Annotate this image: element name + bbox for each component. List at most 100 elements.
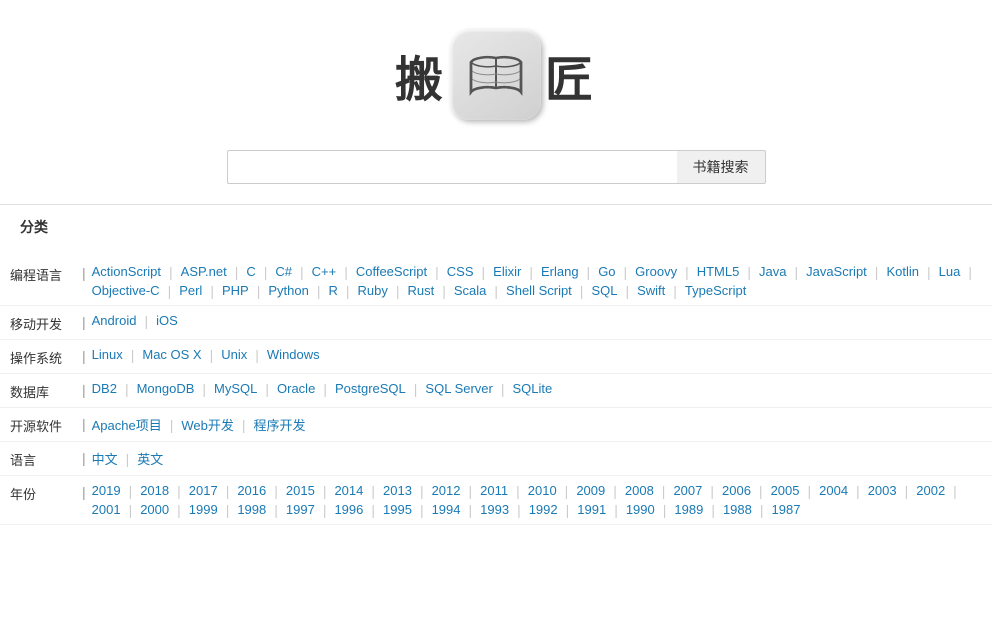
tag-link[interactable]: HTML5 (693, 263, 744, 280)
os-tags: Linux|Mac OS X|Unix|Windows (88, 346, 324, 363)
tag-link[interactable]: Perl (175, 282, 206, 299)
tag-link[interactable]: Rust (404, 282, 439, 299)
tag-separator: | (210, 283, 214, 299)
tag-separator: | (482, 264, 486, 280)
tag-link[interactable]: CSS (443, 263, 478, 280)
tag-link[interactable]: 2000 (136, 501, 173, 518)
tag-link[interactable]: SQLite (509, 380, 557, 397)
tag-link[interactable]: 中文 (88, 448, 122, 469)
tag-link[interactable]: C (242, 263, 259, 280)
tag-link[interactable]: 2007 (669, 482, 706, 499)
tag-link[interactable]: 1998 (233, 501, 270, 518)
tag-link[interactable]: ActionScript (88, 263, 165, 280)
tag-link[interactable]: CoffeeScript (352, 263, 431, 280)
tag-link[interactable]: Windows (263, 346, 324, 363)
tag-link[interactable]: Python (264, 282, 312, 299)
year-row: 年份 | 2019|2018|2017|2016|2015|2014|2013|… (0, 476, 992, 525)
tag-link[interactable]: Shell Script (502, 282, 576, 299)
tag-link[interactable]: 1999 (185, 501, 222, 518)
tag-link[interactable]: 1997 (282, 501, 319, 518)
tag-link[interactable]: R (324, 282, 341, 299)
tag-separator: | (300, 264, 304, 280)
tag-separator: | (614, 502, 618, 518)
tag-link[interactable]: Java (755, 263, 790, 280)
tag-separator: | (469, 483, 473, 499)
book-icon (451, 30, 541, 120)
tag-separator: | (442, 283, 446, 299)
tag-link[interactable]: Erlang (537, 263, 583, 280)
tag-separator: | (257, 283, 261, 299)
tag-separator: | (673, 283, 677, 299)
database-tags: DB2|MongoDB|MySQL|Oracle|PostgreSQL|SQL … (88, 380, 557, 397)
tag-link[interactable]: 2004 (815, 482, 852, 499)
tag-link[interactable]: Android (88, 312, 141, 329)
tag-link[interactable]: 2019 (88, 482, 125, 499)
tag-separator: | (807, 483, 811, 499)
tag-separator: | (494, 283, 498, 299)
tag-separator: | (129, 483, 133, 499)
tag-link[interactable]: 2001 (88, 501, 125, 518)
tag-link[interactable]: MySQL (210, 380, 261, 397)
tag-link[interactable]: 2018 (136, 482, 173, 499)
tag-link[interactable]: Elixir (489, 263, 525, 280)
tag-link[interactable]: 2010 (524, 482, 561, 499)
tag-link[interactable]: 1988 (719, 501, 756, 518)
tag-link[interactable]: 1996 (330, 501, 367, 518)
tag-link[interactable]: 2009 (572, 482, 609, 499)
tag-link[interactable]: 1987 (768, 501, 805, 518)
tag-link[interactable]: Mac OS X (138, 346, 205, 363)
tag-separator: | (517, 502, 521, 518)
tag-link[interactable]: 1995 (379, 501, 416, 518)
tag-link[interactable]: 英文 (133, 448, 167, 469)
tag-link[interactable]: TypeScript (681, 282, 750, 299)
tag-link[interactable]: Go (594, 263, 619, 280)
tag-link[interactable]: 2014 (330, 482, 367, 499)
search-input[interactable] (227, 150, 677, 184)
tag-link[interactable]: JavaScript (802, 263, 871, 280)
tag-link[interactable]: 2017 (185, 482, 222, 499)
tag-link[interactable]: 2013 (379, 482, 416, 499)
tag-link[interactable]: Oracle (273, 380, 319, 397)
tag-link[interactable]: ASP.net (177, 263, 231, 280)
tag-link[interactable]: Lua (935, 263, 965, 280)
tag-link[interactable]: Unix (217, 346, 251, 363)
tag-link[interactable]: Swift (633, 282, 669, 299)
tag-link[interactable]: 2011 (476, 482, 512, 499)
tag-link[interactable]: SQL (587, 282, 621, 299)
tag-link[interactable]: DB2 (88, 380, 121, 397)
tag-link[interactable]: 2015 (282, 482, 319, 499)
tag-link[interactable]: 程序开发 (250, 414, 310, 435)
tag-link[interactable]: Groovy (631, 263, 681, 280)
tag-link[interactable]: 2003 (864, 482, 901, 499)
tag-link[interactable]: Web开发 (177, 414, 238, 435)
tag-link[interactable]: Linux (88, 346, 127, 363)
tag-link[interactable]: iOS (152, 312, 182, 329)
tag-link[interactable]: 1989 (670, 501, 707, 518)
tag-link[interactable]: 2005 (767, 482, 804, 499)
tag-link[interactable]: 2006 (718, 482, 755, 499)
tag-link[interactable]: Ruby (354, 282, 392, 299)
tag-link[interactable]: Apache项目 (88, 414, 166, 435)
tag-link[interactable]: 2012 (428, 482, 465, 499)
tag-link[interactable]: PostgreSQL (331, 380, 410, 397)
tag-link[interactable]: C# (271, 263, 296, 280)
tag-link[interactable]: 1992 (525, 501, 562, 518)
tag-link[interactable]: 2002 (912, 482, 949, 499)
tag-link[interactable]: 2008 (621, 482, 658, 499)
tag-link[interactable]: 1993 (476, 501, 513, 518)
tag-link[interactable]: Scala (450, 282, 491, 299)
tag-link[interactable]: 2016 (233, 482, 270, 499)
tag-link[interactable]: PHP (218, 282, 253, 299)
tag-link[interactable]: MongoDB (133, 380, 199, 397)
search-button[interactable]: 书籍搜索 (677, 150, 766, 184)
tag-separator: | (625, 283, 629, 299)
tag-link[interactable]: 1994 (428, 501, 465, 518)
tag-link[interactable]: 1990 (622, 501, 659, 518)
tag-link[interactable]: 1991 (573, 501, 610, 518)
tag-link[interactable]: Objective-C (88, 282, 164, 299)
tag-separator: | (323, 381, 327, 397)
tag-link[interactable]: Kotlin (882, 263, 923, 280)
tag-separator: | (685, 264, 689, 280)
tag-link[interactable]: C++ (308, 263, 341, 280)
tag-link[interactable]: SQL Server (421, 380, 496, 397)
